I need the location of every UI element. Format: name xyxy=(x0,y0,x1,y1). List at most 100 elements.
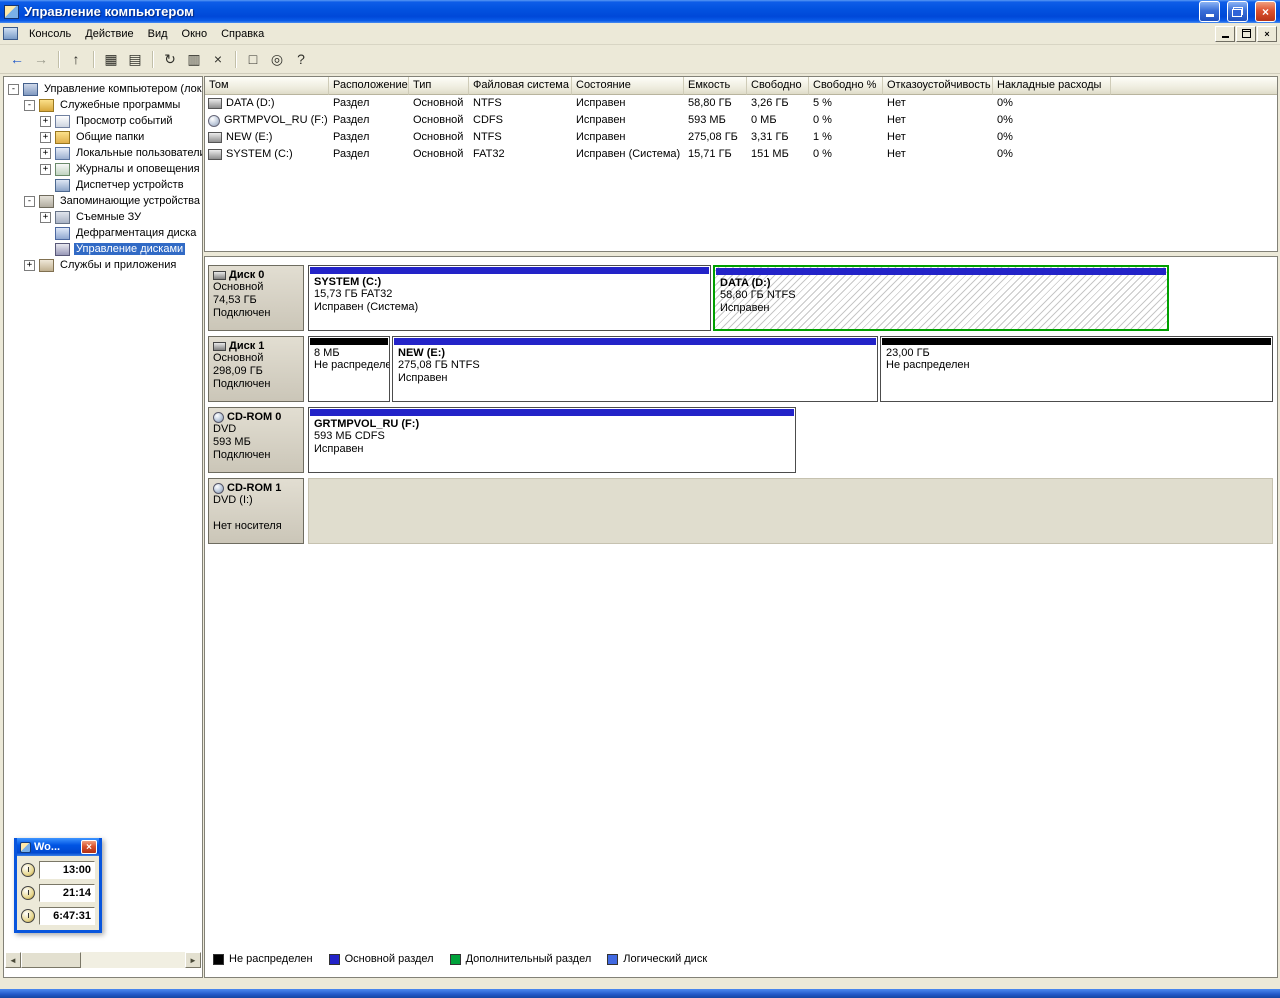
delete-button[interactable]: × xyxy=(206,48,230,71)
volume-type: Основной xyxy=(409,95,469,112)
tree-item[interactable]: - Управление компьютером (локал xyxy=(6,81,202,97)
volume-status: Исправен (Система) xyxy=(572,146,684,163)
tree-item-label[interactable]: Просмотр событий xyxy=(74,115,175,127)
partition-grtmpvol-f[interactable]: GRTMPVOL_RU (F:) 593 МБ CDFS Исправен xyxy=(308,407,796,473)
cdrom0-info-box[interactable]: CD-ROM 0 DVD 593 МБ Подключен xyxy=(208,407,304,473)
partition-new-e[interactable]: NEW (E:) 275,08 ГБ NTFS Исправен xyxy=(392,336,878,402)
volume-type: Основной xyxy=(409,112,469,129)
back-button[interactable]: ← xyxy=(5,48,29,71)
tree-item-label[interactable]: Общие папки xyxy=(74,131,146,143)
column-header-fault-tolerance[interactable]: Отказоустойчивость xyxy=(883,77,993,95)
tree-expand-toggle[interactable]: - xyxy=(24,196,35,207)
tree-item-label[interactable]: Управление компьютером (локал xyxy=(42,83,202,95)
tree-item[interactable]: + Общие папки xyxy=(6,129,202,145)
tree-item[interactable]: - Запоминающие устройства xyxy=(6,193,202,209)
partition-system-c[interactable]: SYSTEM (C:) 15,73 ГБ FAT32 Исправен (Сис… xyxy=(308,265,711,331)
console-app-icon xyxy=(4,5,19,19)
up-level-button[interactable]: ↑ xyxy=(64,48,88,71)
properties-button[interactable]: ▤ xyxy=(123,48,147,71)
column-header-free-pct[interactable]: Свободно % xyxy=(809,77,883,95)
tree-item[interactable]: Диспетчер устройств xyxy=(6,177,202,193)
clock-row: 21:14 xyxy=(21,882,95,903)
tree-item-label[interactable]: Служебные программы xyxy=(58,99,182,111)
column-header-overhead[interactable]: Накладные расходы xyxy=(993,77,1111,95)
tree-item[interactable]: Дефрагментация диска xyxy=(6,225,202,241)
refresh-button[interactable]: ↻ xyxy=(158,48,182,71)
partition-data-d-selected[interactable]: DATA (D:) 58,80 ГБ NTFS Исправен xyxy=(713,265,1169,331)
restore-button[interactable] xyxy=(1227,1,1248,22)
volume-layout: Раздел xyxy=(329,112,409,129)
new-window-button[interactable]: □ xyxy=(241,48,265,71)
menu-spravka[interactable]: Справка xyxy=(214,25,271,43)
tree-expand-toggle[interactable]: - xyxy=(8,84,19,95)
menu-vid[interactable]: Вид xyxy=(141,25,175,43)
disk0-info-box[interactable]: Диск 0 Основной 74,53 ГБ Подключен xyxy=(208,265,304,331)
column-header-status[interactable]: Состояние xyxy=(572,77,684,95)
disk1-info-box[interactable]: Диск 1 Основной 298,09 ГБ Подключен xyxy=(208,336,304,402)
column-header-free[interactable]: Свободно xyxy=(747,77,809,95)
tree-item-label[interactable]: Запоминающие устройства xyxy=(58,195,202,207)
tree-item[interactable]: + Журналы и оповещения пр xyxy=(6,161,202,177)
tree-item[interactable]: + Локальные пользователи xyxy=(6,145,202,161)
volume-row[interactable]: GRTMPVOL_RU (F:) Раздел Основной CDFS Ис… xyxy=(205,112,1277,129)
tree-expand-toggle[interactable]: + xyxy=(40,212,51,223)
tree-expand-toggle[interactable]: + xyxy=(40,116,51,127)
column-header-filesystem[interactable]: Файловая система xyxy=(469,77,572,95)
close-button[interactable]: × xyxy=(1255,1,1276,22)
column-header-type[interactable]: Тип xyxy=(409,77,469,95)
tree-item-label[interactable]: Управление дисками xyxy=(74,243,185,255)
tree-item[interactable]: - Служебные программы xyxy=(6,97,202,113)
tree-item[interactable]: + Просмотр событий xyxy=(6,113,202,129)
tree-item-label[interactable]: Локальные пользователи xyxy=(74,147,202,159)
clock-widget-close-button[interactable]: × xyxy=(81,840,97,854)
column-header-capacity[interactable]: Емкость xyxy=(684,77,747,95)
tree-item[interactable]: + Службы и приложения xyxy=(6,257,202,273)
show-console-tree-button[interactable]: ▦ xyxy=(99,48,123,71)
tree-item-label[interactable]: Дефрагментация диска xyxy=(74,227,198,239)
tree-item[interactable]: + Съемные ЗУ xyxy=(6,209,202,225)
cdrom1-info-box[interactable]: CD-ROM 1 DVD (I:) Нет носителя xyxy=(208,478,304,544)
forward-button[interactable]: → xyxy=(29,48,53,71)
volume-row[interactable]: SYSTEM (C:) Раздел Основной FAT32 Исправ… xyxy=(205,146,1277,163)
tree-expand-toggle[interactable]: + xyxy=(40,132,51,143)
tree-item-label[interactable]: Диспетчер устройств xyxy=(74,179,186,191)
tree-item-label[interactable]: Службы и приложения xyxy=(58,259,178,271)
clock-widget-titlebar[interactable]: Wo... × xyxy=(17,838,99,856)
child-restore-button[interactable] xyxy=(1236,26,1256,42)
tree-item-label[interactable]: Журналы и оповещения пр xyxy=(74,163,202,175)
unallocated-8mb[interactable]: 8 МБ Не распределен xyxy=(308,336,390,402)
export-list-button[interactable]: ▥ xyxy=(182,48,206,71)
find-button[interactable]: ◎ xyxy=(265,48,289,71)
scrollbar-thumb[interactable] xyxy=(21,952,81,968)
window-title: Управление компьютером xyxy=(24,4,1192,19)
volume-row[interactable]: DATA (D:) Раздел Основной NTFS Исправен … xyxy=(205,95,1277,112)
menu-konsol[interactable]: Консоль xyxy=(22,25,78,43)
vol-cd-icon xyxy=(208,115,220,127)
scroll-left-button[interactable]: ◄ xyxy=(5,952,21,968)
volume-name: NEW (E:) xyxy=(226,129,272,146)
child-close-button[interactable]: × xyxy=(1257,26,1277,42)
volume-row[interactable]: NEW (E:) Раздел Основной NTFS Исправен 2… xyxy=(205,129,1277,146)
minimize-button[interactable] xyxy=(1199,1,1220,22)
scrollbar-track[interactable] xyxy=(81,952,185,968)
menu-okno[interactable]: Окно xyxy=(175,25,215,43)
volume-name: GRTMPVOL_RU (F:) xyxy=(224,112,328,129)
tree-expand-toggle[interactable]: + xyxy=(40,148,51,159)
legend-label: Не распределен xyxy=(229,953,313,965)
horizontal-scrollbar[interactable]: ◄ ► xyxy=(5,952,201,968)
tree-expand-toggle[interactable]: + xyxy=(40,164,51,175)
unallocated-23gb[interactable]: 23,00 ГБ Не распределен xyxy=(880,336,1273,402)
column-header-volume[interactable]: Том xyxy=(205,77,329,95)
help-button[interactable]: ? xyxy=(289,48,313,71)
tree-item-label[interactable]: Съемные ЗУ xyxy=(74,211,143,223)
tree-expand-toggle[interactable]: - xyxy=(24,100,35,111)
scroll-right-button[interactable]: ► xyxy=(185,952,201,968)
menu-dejstvie[interactable]: Действие xyxy=(78,25,140,43)
tree-expand-toggle[interactable]: + xyxy=(24,260,35,271)
volume-filesystem: FAT32 xyxy=(469,146,572,163)
child-minimize-button[interactable] xyxy=(1215,26,1235,42)
tree-item[interactable]: Управление дисками xyxy=(6,241,202,257)
column-header-layout[interactable]: Расположение xyxy=(329,77,409,95)
legend-label: Основной раздел xyxy=(345,953,434,965)
partition-color-strip xyxy=(310,338,388,345)
